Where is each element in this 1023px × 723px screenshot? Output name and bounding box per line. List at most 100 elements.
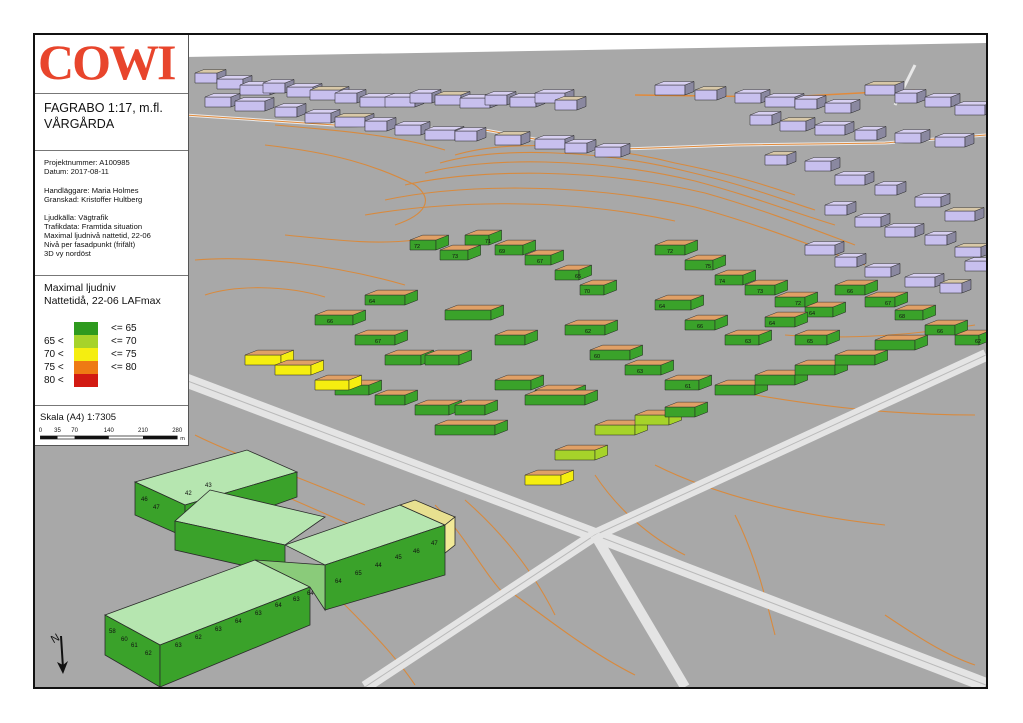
building-front-wall	[834, 256, 858, 268]
school-facade-label: 46	[141, 497, 148, 503]
building-front-wall	[494, 134, 522, 146]
building-front-wall	[894, 92, 918, 104]
building-front-wall	[749, 114, 773, 126]
building-front-wall	[424, 129, 456, 141]
logo-section: COWI	[35, 35, 188, 94]
legend-row: 65 < <= 70	[44, 335, 137, 348]
building-front-wall	[824, 102, 852, 114]
school-facade-label: 47	[153, 505, 160, 511]
facade-noise-label: 73	[757, 289, 763, 295]
building-front-wall	[944, 210, 976, 222]
facade-noise-label: 62	[585, 329, 591, 335]
school-facade-label: 63	[255, 611, 262, 617]
building-front-wall	[204, 96, 232, 108]
facade-noise-label: 65	[575, 274, 581, 280]
school-facade-label: 62	[195, 635, 202, 641]
facade-noise-label: 66	[937, 329, 943, 335]
legend-swatch	[74, 348, 98, 361]
building-front-wall	[509, 96, 537, 108]
building-front-wall	[779, 120, 807, 132]
school-facade-label: 58	[109, 629, 116, 635]
traffic-data: Trafikdata: Framtida situation	[44, 222, 143, 231]
building-front-wall	[814, 124, 846, 136]
building-front-wall	[864, 84, 896, 96]
building-front-wall	[754, 374, 796, 386]
school-facade-label: 47	[431, 541, 438, 547]
building-front-wall	[934, 136, 966, 148]
building-front-wall	[434, 424, 496, 436]
building-front-wall	[434, 94, 462, 106]
building-front-wall	[914, 196, 942, 208]
scale-tick-label: 70	[71, 428, 78, 434]
legend-lower-bound: 65 <	[44, 336, 64, 347]
facade-noise-label: 74	[719, 279, 725, 285]
building-front-wall	[554, 99, 578, 111]
building-front-wall	[494, 334, 526, 346]
facade-noise-label: 66	[327, 319, 333, 325]
building-front-wall	[894, 132, 922, 144]
building-front-wall	[374, 394, 406, 406]
building-front-wall	[664, 406, 696, 418]
building-front-wall	[954, 246, 982, 258]
legend-panel: COWI FAGRABO 1:17, m.fl. VÅRGÅRDA Projek…	[35, 35, 189, 446]
noise-source: Ljudkälla: Vägtrafik	[44, 213, 109, 222]
project-title: FAGRABO 1:17, m.fl. VÅRGÅRDA	[44, 100, 163, 132]
facade-noise-label: 62	[975, 339, 981, 345]
building-front-wall	[804, 160, 832, 172]
handler: Handläggare: Maria Holmes	[44, 186, 139, 195]
project-title-line1: FAGRABO 1:17, m.fl.	[44, 101, 163, 115]
school-facade-label: 46	[413, 549, 420, 555]
facade-noise-label: 67	[885, 301, 891, 307]
building-roof	[524, 389, 598, 396]
facade-noise-label: 70	[584, 289, 590, 295]
facade-noise-label: 71	[485, 239, 491, 245]
facade-noise-label: 63	[637, 369, 643, 375]
scale-bar: 0 35 70 140 210 280 m	[39, 428, 185, 442]
building-front-wall	[734, 92, 762, 104]
building-front-wall	[714, 384, 756, 396]
building-front-wall	[454, 404, 486, 416]
building-front-wall	[854, 129, 878, 141]
building-front-wall	[874, 339, 916, 351]
building-front-wall	[884, 226, 916, 238]
legend-row: 80 <	[44, 374, 72, 387]
facade-noise-label: 73	[452, 254, 458, 260]
facade-noise-label: 64	[809, 311, 815, 317]
scale-label: Skala (A4) 1:7305	[40, 412, 117, 423]
building-front-wall	[424, 354, 460, 366]
building-front-wall	[384, 354, 422, 366]
legend-swatch	[74, 361, 98, 374]
north-arrow-icon: N	[49, 632, 68, 674]
building-front-wall	[634, 414, 670, 426]
building-front-wall	[864, 266, 892, 278]
building-front-wall	[764, 96, 796, 108]
building-front-wall	[594, 424, 636, 436]
school-facade-label: 64	[335, 579, 342, 585]
facade-noise-label: 63	[745, 339, 751, 345]
building-front-wall	[454, 130, 478, 142]
building-front-wall	[564, 142, 588, 154]
view-direction: 3D vy nordöst	[44, 249, 91, 258]
building-front-wall	[334, 92, 358, 104]
building-front-wall	[359, 96, 387, 108]
facade-noise-label: 72	[667, 249, 673, 255]
building-front-wall	[854, 216, 882, 228]
facade-noise-label: 72	[795, 301, 801, 307]
building-front-wall	[824, 204, 848, 216]
facade-noise-label: 65	[807, 339, 813, 345]
building-roof	[434, 419, 508, 426]
reviewer: Granskad: Kristoffer Hultberg	[44, 195, 143, 204]
building-front-wall	[794, 98, 818, 110]
building-front-wall	[594, 146, 622, 158]
school-facade-label: 42	[185, 491, 192, 497]
legend-section: Maximal ljudniv Nattetidå, 22-06 LAFmax …	[35, 276, 188, 406]
legend-title-line1: Maximal ljudniv	[44, 282, 116, 294]
building-front-wall	[244, 354, 282, 366]
school-facade-label: 44	[375, 563, 382, 569]
legend-upper-bound: <= 65	[111, 323, 137, 334]
building-front-wall	[924, 234, 948, 246]
scale-section: Skala (A4) 1:7305 0 35 70 140 210 280 m	[35, 406, 188, 444]
building-front-wall	[314, 379, 350, 391]
project-number: Projektnummer: A100985	[44, 158, 130, 167]
building-front-wall	[904, 276, 936, 288]
